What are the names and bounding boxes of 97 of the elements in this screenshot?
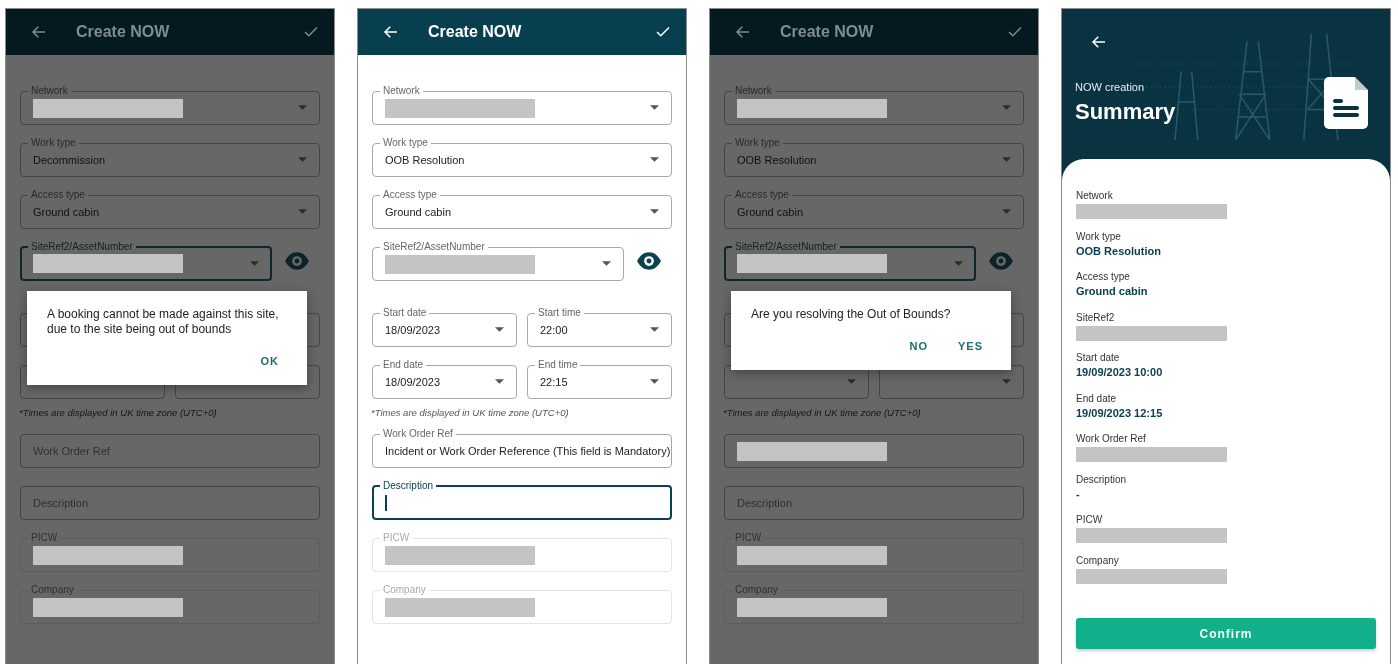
back-arrow-icon[interactable]: [382, 23, 400, 41]
summary-label: End date: [1076, 391, 1118, 405]
field-label: SiteRef2/AssetNumber: [734, 241, 838, 253]
dropdown-caret-icon: [650, 157, 659, 163]
dropdown-caret-icon: [1002, 105, 1011, 111]
text-field[interactable]: Description: [724, 486, 1024, 520]
text-field[interactable]: Work Order Ref Incident or Work Order Reference (This field is Mandatory): [372, 428, 672, 468]
field-label: SiteRef2/AssetNumber: [30, 241, 134, 253]
dropdown-field[interactable]: Work type OOB Resolution: [724, 137, 1024, 177]
dropdown-caret-icon: [602, 261, 611, 267]
dropdown-caret-icon: [298, 105, 307, 111]
dropdown-caret-icon: [1002, 379, 1011, 385]
dropdown-caret-icon: [1002, 157, 1011, 163]
dropdown-field[interactable]: Work type OOB Resolution: [372, 137, 672, 177]
field-label: Network: [734, 85, 773, 97]
summary-label: Access type: [1076, 270, 1131, 283]
document-icon: [1324, 77, 1368, 129]
field-value: Incident or Work Order Reference (This field is Mandatory): [385, 445, 671, 457]
screen-title: Create NOW: [780, 23, 874, 41]
text-field[interactable]: [724, 434, 1024, 468]
dropdown-field[interactable]: End time 22:15: [527, 359, 672, 399]
dropdown-caret-icon: [495, 379, 504, 385]
dropdown-caret-icon: [650, 105, 659, 111]
field-value: OOB Resolution: [385, 154, 465, 166]
field-label: Access type: [30, 189, 86, 201]
summary-label: Start date: [1076, 351, 1121, 364]
field-label: End date: [382, 359, 425, 371]
summary-label: Description: [1076, 472, 1128, 486]
dropdown-field[interactable]: SiteRef2/AssetNumber: [20, 241, 272, 281]
confirm-button[interactable]: Confirm: [1076, 618, 1376, 649]
dropdown-field[interactable]: Network: [20, 85, 320, 125]
dropdown-caret-icon: [495, 327, 504, 333]
field-label: PICW: [382, 532, 411, 544]
field-label: Work type: [734, 137, 781, 149]
field-value: 18/09/2023: [385, 324, 441, 336]
screen-title: Create NOW: [76, 23, 170, 41]
time-zone-note: *Times are displayed in UK time zone (UTC+0): [19, 407, 218, 418]
text-field[interactable]: Description: [372, 480, 672, 520]
dropdown-field[interactable]: Access type Ground cabin: [20, 189, 320, 229]
field-label: Description: [382, 480, 435, 492]
summary-value: -: [1076, 486, 1081, 502]
summary-label: Work Order Ref: [1076, 432, 1147, 445]
dropdown-caret-icon: [650, 327, 659, 333]
dropdown-field[interactable]: Access type Ground cabin: [372, 189, 672, 229]
screen-title: Create NOW: [428, 23, 522, 41]
field-label: Network: [382, 85, 421, 97]
dropdown-field[interactable]: SiteRef2/AssetNumber: [372, 241, 624, 281]
screen-title: Summary: [1075, 99, 1176, 125]
dropdown-field[interactable]: Work type Decommission: [20, 137, 320, 177]
dropdown-caret-icon: [650, 379, 659, 385]
field-label: Work type: [382, 137, 429, 149]
dropdown-caret-icon: [847, 379, 856, 385]
summary-label: SiteRef2: [1076, 310, 1116, 324]
summary-value: OOB Resolution: [1076, 243, 1162, 259]
summary-label: Network: [1076, 189, 1114, 202]
field-label: Access type: [734, 189, 790, 201]
field-label: Work type: [30, 137, 77, 149]
dropdown-field[interactable]: SiteRef2/AssetNumber: [724, 241, 976, 281]
field-label: Company: [382, 584, 427, 596]
dropdown-caret-icon: [1002, 209, 1011, 215]
dialog-message: A booking cannot be made against this site, due to the site being out of bounds: [47, 307, 280, 337]
field-value: 22:15: [540, 376, 568, 388]
field-placeholder: Description: [737, 497, 793, 509]
time-zone-note: *Times are displayed in UK time zone (UTC+0): [371, 407, 570, 418]
dropdown-caret-icon: [298, 157, 307, 163]
time-zone-note: *Times are displayed in UK time zone (UTC+0): [723, 407, 922, 418]
dropdown-caret-icon: [250, 260, 259, 267]
field-label: SiteRef2/AssetNumber: [382, 241, 486, 253]
field-label: Network: [30, 85, 69, 97]
dropdown-field[interactable]: Start time 22:00: [527, 307, 672, 347]
header-overline: NOW creation: [1075, 81, 1146, 93]
summary-value: 19/09/2023 12:15: [1076, 405, 1164, 421]
field-label: Start date: [382, 307, 428, 319]
field-label: Access type: [382, 189, 438, 201]
field-label: End time: [537, 359, 579, 371]
summary-label: PICW: [1076, 513, 1104, 526]
dropdown-field[interactable]: Network: [724, 85, 1024, 125]
dropdown-field[interactable]: Start date 18/09/2023: [372, 307, 517, 347]
field-label: Start time: [537, 307, 582, 319]
field-placeholder: Description: [33, 497, 89, 509]
back-arrow-icon[interactable]: [1090, 33, 1108, 51]
dropdown-field[interactable]: Access type Ground cabin: [724, 189, 1024, 229]
field-label: Work Order Ref: [382, 428, 454, 440]
summary-label: Work type: [1076, 229, 1122, 243]
dialog-message: Are you resolving the Out of Bounds?: [751, 307, 952, 322]
field-value: 22:00: [540, 324, 568, 336]
summary-label: Company: [1076, 553, 1120, 567]
dropdown-field[interactable]: Network: [372, 85, 672, 125]
dropdown-caret-icon: [954, 260, 963, 267]
field-value: 18/09/2023: [385, 376, 441, 388]
dropdown-caret-icon: [650, 209, 659, 215]
dropdown-field[interactable]: End date 18/09/2023: [372, 359, 517, 399]
field-value: Ground cabin: [385, 206, 452, 218]
summary-value: Ground cabin: [1076, 284, 1149, 299]
summary-value: 19/09/2023 10:00: [1076, 365, 1164, 380]
text-field[interactable]: Description: [20, 486, 320, 520]
dropdown-caret-icon: [298, 209, 307, 215]
